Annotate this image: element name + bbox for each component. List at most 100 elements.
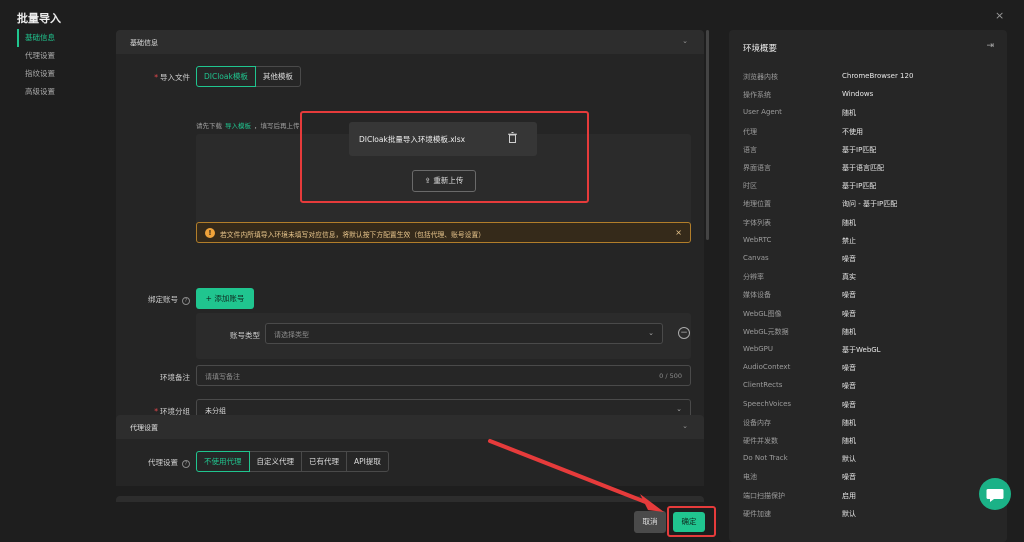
tab-dicloak-template[interactable]: DICloak模板 [196,66,256,87]
summary-key: 字体列表 [743,218,771,227]
summary-value: 随机 [842,418,856,427]
bind-account-label: 绑定账号? [136,294,190,305]
proxy-section-title: 代理设置 [130,424,158,432]
account-type-select[interactable]: 请选择类型 ⌄ [265,323,663,344]
next-section-header[interactable] [116,496,704,502]
summary-key: SpeechVoices [743,399,792,408]
template-hint: 请先下载 导入模板 ，填写后再上传 [196,122,300,130]
remark-counter: 0 / 500 [659,372,682,380]
summary-value: 基于IP匹配 [842,145,877,154]
summary-key: 浏览器内核 [743,73,778,81]
summary-row: 操作系统 Windows [743,90,993,108]
summary-row: WebRTC 禁止 [743,236,993,254]
summary-row: 媒体设备 噪音 [743,290,993,308]
download-template-link[interactable]: 导入模板 [225,122,251,130]
summary-value: 基于WebGL [842,346,881,354]
summary-key: Canvas [743,254,769,262]
nav-item-proxy[interactable]: 代理设置 [17,47,107,65]
summary-key: 硬件并发数 [743,437,778,445]
summary-row: 字体列表 随机 [743,218,993,236]
summary-row: 语言 基于IP匹配 [743,145,993,163]
trash-icon[interactable] [508,132,517,143]
remark-input[interactable]: 请填写备注 0 / 500 [196,365,691,386]
tab-no-proxy[interactable]: 不使用代理 [196,451,250,472]
summary-row: 时区 基于IP匹配 [743,181,993,199]
tab-custom-proxy[interactable]: 自定义代理 [248,451,302,472]
summary-row: ClientRects 噪音 [743,381,993,399]
summary-value: Windows [842,90,874,99]
summary-key: Do Not Track [743,454,788,463]
chevron-down-icon[interactable]: ⌄ [682,37,688,45]
proxy-mode-switch: 不使用代理 自定义代理 已有代理 API提取 [196,451,389,472]
summary-key: WebGL元数据 [743,327,789,336]
cancel-button[interactable]: 取消 [634,511,666,533]
summary-row: Canvas 噪音 [743,254,993,272]
proxy-label: 代理设置? [136,457,190,468]
chevron-down-icon: ⌄ [648,329,654,337]
summary-row: 电池 噪音 [743,472,993,490]
warning-icon: ! [205,228,215,238]
summary-row: 硬件加速 默认 [743,509,993,527]
nav-item-fingerprint[interactable]: 指纹设置 [17,65,107,83]
file-name: DICloak批量导入环境模板.xlsx [359,135,466,144]
chevron-down-icon: ⌄ [676,405,682,413]
warning-text: 若文件内所填导入环境未填写对应信息，将默认按下方配置生效（包括代理、账号设置） [220,231,486,239]
summary-row: 界面语言 基于语言匹配 [743,163,993,181]
scrollbar[interactable] [706,30,709,240]
summary-key: 电池 [743,473,757,482]
summary-value: 噪音 [842,291,856,300]
add-account-button[interactable]: + 添加账号 [196,288,254,309]
section-nav: 基础信息 代理设置 指纹设置 高级设置 [17,29,107,101]
summary-row: WebGL元数据 随机 [743,327,993,345]
summary-title: 环境概要 [743,44,778,54]
summary-key: 媒体设备 [743,291,771,300]
reupload-button[interactable]: ⇪ 重新上传 [412,170,476,192]
summary-value: 启用 [842,491,856,500]
close-warning-icon[interactable]: × [675,228,682,237]
summary-value: 基于语言匹配 [842,164,884,172]
summary-row: 分辨率 真实 [743,272,993,290]
summary-key: 设备内存 [743,418,771,427]
summary-key: 语言 [743,145,757,154]
summary-key: 硬件加速 [743,509,771,518]
proxy-section-header[interactable]: 代理设置 ⌄ [116,415,704,439]
summary-value: 随机 [842,218,856,227]
summary-row: User Agent 随机 [743,108,993,126]
summary-value: 默认 [842,455,856,464]
summary-key: User Agent [743,108,782,117]
nav-item-advanced[interactable]: 高级设置 [17,83,107,101]
summary-value: 基于IP匹配 [842,182,877,191]
summary-value: 询问 - 基于IP匹配 [842,200,898,209]
help-icon[interactable]: ? [182,297,190,305]
collapse-panel-icon[interactable]: ⇥ [986,41,994,51]
remove-account-icon[interactable]: − [678,327,690,339]
summary-row: WebGPU 基于WebGL [743,345,993,363]
summary-value: 真实 [842,273,856,282]
summary-value: 噪音 [842,473,856,482]
chat-support-button[interactable] [979,478,1011,510]
close-icon[interactable]: × [995,9,1004,22]
summary-key: WebRTC [743,235,772,244]
basic-section-header[interactable]: 基础信息 ⌄ [116,30,704,54]
proxy-section-body: 代理设置? 不使用代理 自定义代理 已有代理 API提取 [116,439,704,486]
tab-other-template[interactable]: 其他模板 [254,66,301,87]
summary-value: 噪音 [842,255,856,263]
chevron-down-icon[interactable]: ⌄ [682,422,688,430]
summary-key: AudioContext [743,363,791,372]
summary-key: 界面语言 [743,164,771,172]
summary-key: 端口扫描保护 [743,491,785,500]
help-icon[interactable]: ? [182,460,190,468]
summary-row: 地理位置 询问 - 基于IP匹配 [743,199,993,217]
summary-value: 禁止 [842,236,856,245]
confirm-button[interactable]: 确定 [673,512,705,532]
summary-row: 浏览器内核 ChromeBrowser 120 [743,72,993,90]
summary-row: WebGL图像 噪音 [743,309,993,327]
tab-existing-proxy[interactable]: 已有代理 [301,451,347,472]
nav-item-basic[interactable]: 基础信息 [17,29,107,47]
summary-value: 噪音 [842,382,856,391]
tab-api-proxy[interactable]: API提取 [346,451,389,472]
dialog-title: 批量导入 [17,12,61,25]
import-file-label: * 导入文件 [154,73,190,82]
summary-value: ChromeBrowser 120 [842,72,914,80]
summary-row: 端口扫描保护 启用 [743,491,993,509]
